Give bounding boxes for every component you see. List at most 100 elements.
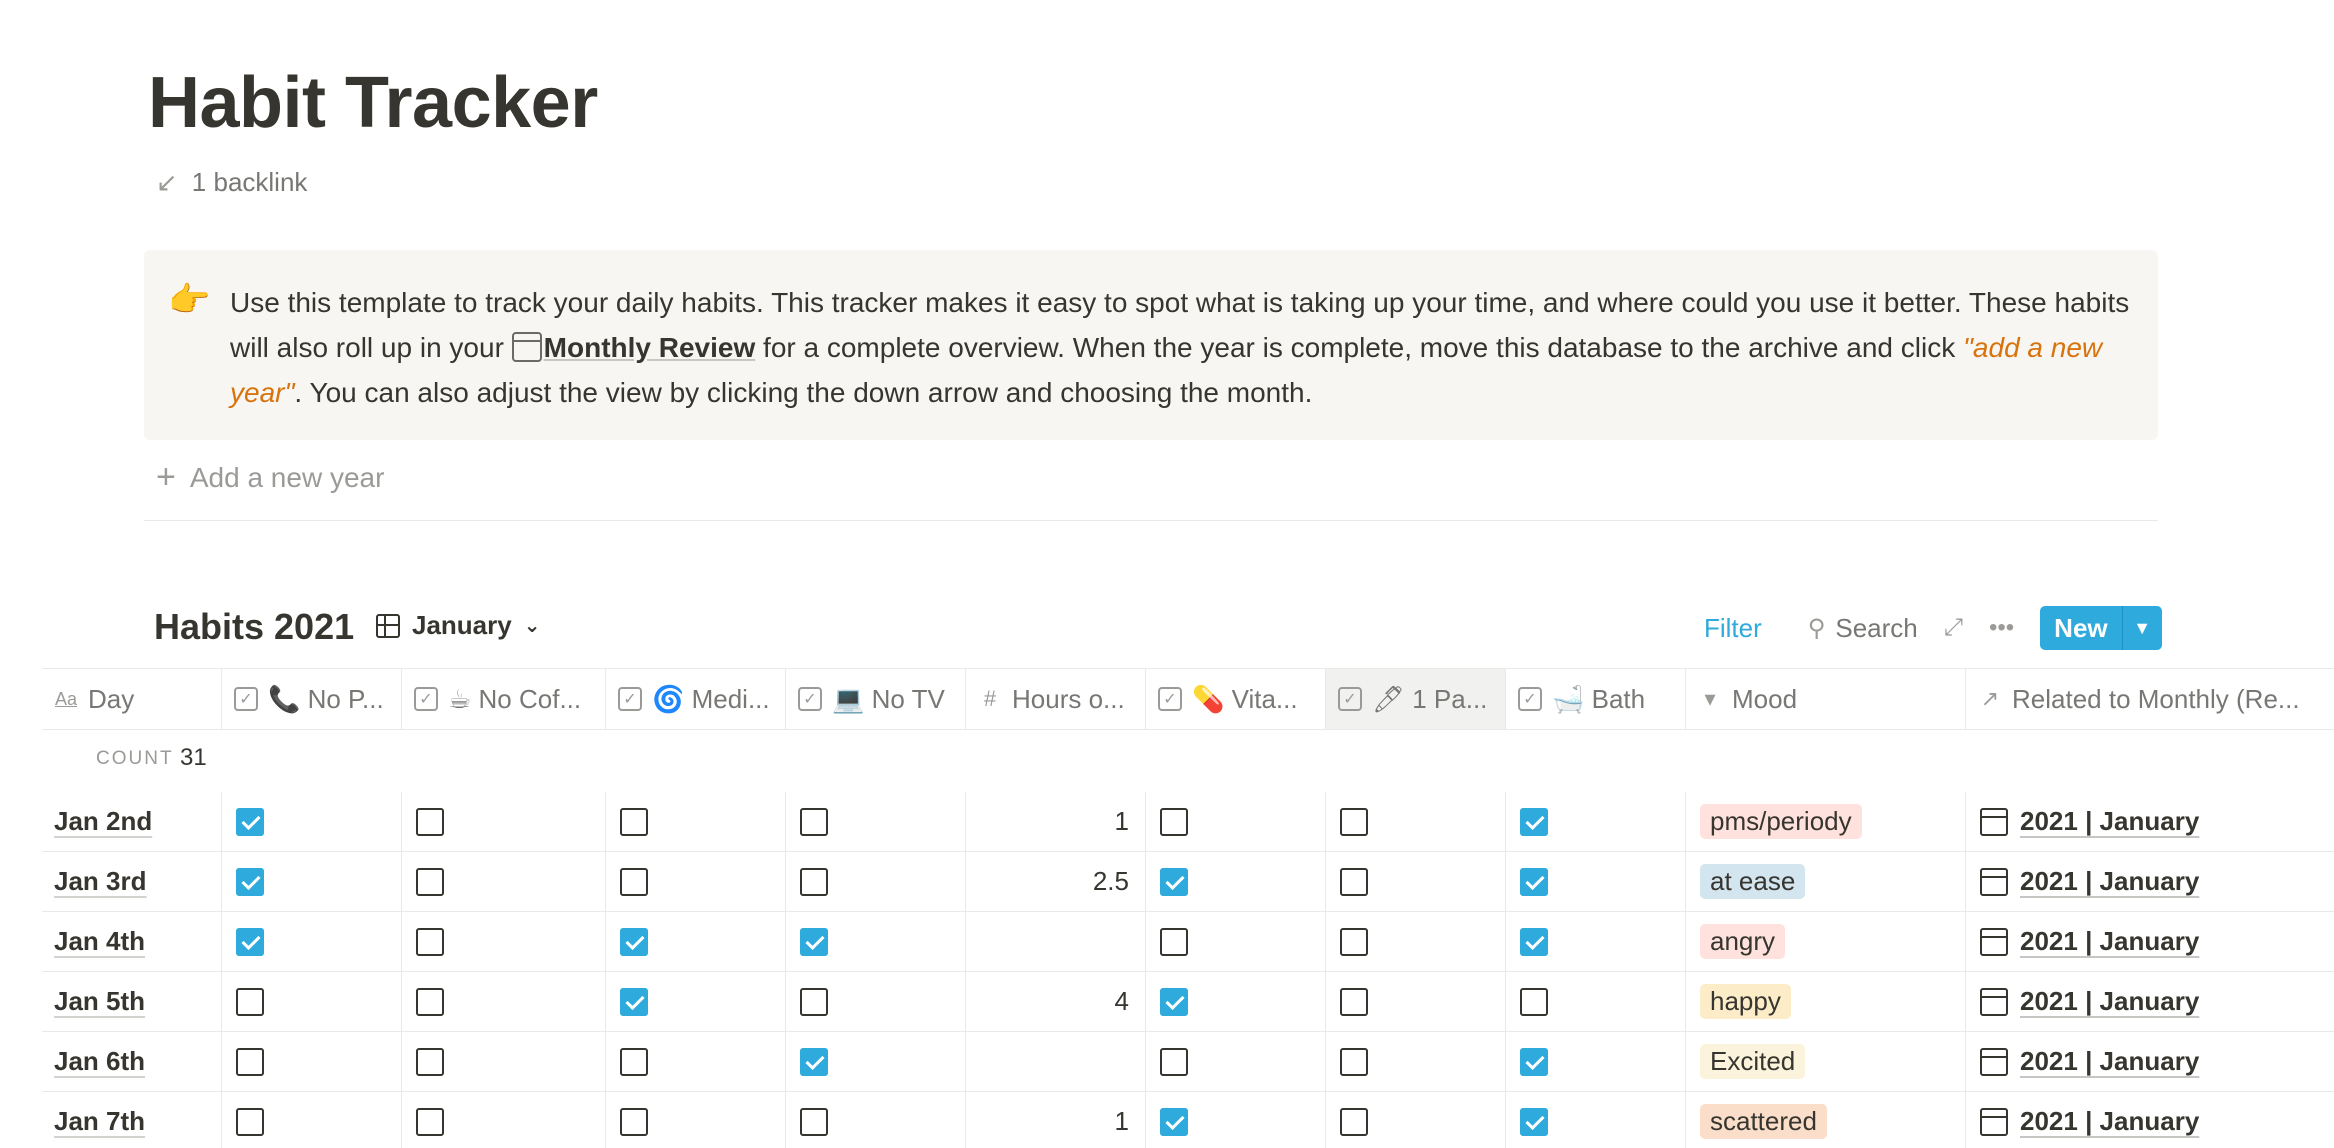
checkbox-unchecked[interactable]: [416, 987, 444, 1016]
checkbox-unchecked[interactable]: [620, 1047, 648, 1076]
database-title[interactable]: Habits 2021: [154, 606, 354, 648]
day-cell[interactable]: Jan 5th: [42, 972, 222, 1032]
checkbox-unchecked[interactable]: [1520, 987, 1548, 1016]
calendar-icon: [1980, 807, 2008, 836]
column-header[interactable]: ✓ ☕ No Cof...: [402, 668, 606, 730]
checkbox-checked[interactable]: [236, 927, 264, 956]
checkbox-unchecked[interactable]: [416, 807, 444, 836]
relation-link[interactable]: 2021 | January: [2020, 1106, 2199, 1137]
checkbox-unchecked[interactable]: [800, 807, 828, 836]
hours-cell[interactable]: 4: [966, 972, 1146, 1032]
checkbox-unchecked[interactable]: [620, 807, 648, 836]
column-header-label: 💊 Vita...: [1192, 683, 1298, 714]
mood-cell[interactable]: at ease: [1686, 852, 1966, 912]
checkbox-checked[interactable]: [1520, 1107, 1548, 1136]
checkbox-unchecked[interactable]: [416, 867, 444, 896]
checkbox-unchecked[interactable]: [236, 1107, 264, 1136]
relation-cell[interactable]: 2021 | January: [1966, 1032, 2334, 1092]
column-header[interactable]: ↗ Related to Monthly (Re...: [1966, 668, 2334, 730]
column-header[interactable]: ✓ 💻 No TV: [786, 668, 966, 730]
monthly-review-link[interactable]: Monthly Review: [544, 332, 756, 363]
day-cell[interactable]: Jan 6th: [42, 1032, 222, 1092]
view-selector[interactable]: January ⌄: [376, 610, 541, 641]
column-header[interactable]: ✓ 🌀 Medi...: [606, 668, 786, 730]
mood-cell[interactable]: Excited: [1686, 1032, 1966, 1092]
checkbox-checked[interactable]: [1520, 807, 1548, 836]
checkbox-unchecked[interactable]: [620, 867, 648, 896]
new-button[interactable]: New ▼: [2040, 606, 2162, 650]
expand-icon[interactable]: ⤢: [1944, 614, 1963, 642]
mood-cell[interactable]: happy: [1686, 972, 1966, 1032]
column-header[interactable]: ✓ 🛁 Bath: [1506, 668, 1686, 730]
mood-cell[interactable]: angry: [1686, 912, 1966, 972]
checkbox-unchecked[interactable]: [416, 927, 444, 956]
checkbox-unchecked[interactable]: [800, 867, 828, 896]
mood-cell[interactable]: scattered: [1686, 1092, 1966, 1148]
checkbox-unchecked[interactable]: [800, 987, 828, 1016]
checkbox-unchecked[interactable]: [800, 1107, 828, 1136]
relation-cell[interactable]: 2021 | January: [1966, 912, 2334, 972]
day-cell[interactable]: Jan 2nd: [42, 792, 222, 852]
chevron-down-icon[interactable]: ▼: [2121, 606, 2162, 650]
checkbox-unchecked[interactable]: [1160, 927, 1188, 956]
checkbox-unchecked[interactable]: [1340, 927, 1368, 956]
checkbox-unchecked[interactable]: [1340, 1107, 1368, 1136]
add-new-year-button[interactable]: + Add a new year: [156, 458, 384, 497]
checkbox-checked[interactable]: [236, 807, 264, 836]
pointing-hand-icon: 👉: [168, 281, 211, 319]
relation-cell[interactable]: 2021 | January: [1966, 972, 2334, 1032]
checkbox-checked[interactable]: [1160, 867, 1188, 896]
checkbox-checked[interactable]: [1520, 927, 1548, 956]
hours-cell[interactable]: [966, 1032, 1146, 1092]
day-cell[interactable]: Jan 7th: [42, 1092, 222, 1148]
column-header[interactable]: ✓ 💊 Vita...: [1146, 668, 1326, 730]
column-header[interactable]: ✓ 📞 No P...: [222, 668, 402, 730]
column-header[interactable]: ▾ Mood: [1686, 668, 1966, 730]
checkbox-checked[interactable]: [236, 867, 264, 896]
checkbox-unchecked[interactable]: [1340, 807, 1368, 836]
day-cell[interactable]: Jan 4th: [42, 912, 222, 972]
search-button[interactable]: ⚲ Search: [1808, 613, 1918, 644]
checkbox-unchecked[interactable]: [236, 987, 264, 1016]
relation-cell[interactable]: 2021 | January: [1966, 1092, 2334, 1148]
checkbox-unchecked[interactable]: [620, 1107, 648, 1136]
relation-cell[interactable]: 2021 | January: [1966, 852, 2334, 912]
checkbox-checked[interactable]: [1520, 1047, 1548, 1076]
column-header[interactable]: Aa Day: [42, 668, 222, 730]
checkbox-unchecked[interactable]: [1160, 807, 1188, 836]
new-button-label: New: [2040, 606, 2122, 650]
checkbox-checked[interactable]: [800, 927, 828, 956]
hours-cell[interactable]: [966, 912, 1146, 972]
checkbox-unchecked[interactable]: [236, 1047, 264, 1076]
relation-link[interactable]: 2021 | January: [2020, 986, 2199, 1017]
relation-link[interactable]: 2021 | January: [2020, 806, 2199, 837]
checkbox-checked[interactable]: [800, 1047, 828, 1076]
checkbox-checked[interactable]: [620, 927, 648, 956]
hours-cell[interactable]: 1: [966, 1092, 1146, 1148]
checkbox-checked[interactable]: [1520, 867, 1548, 896]
hours-cell[interactable]: 2.5: [966, 852, 1146, 912]
relation-link[interactable]: 2021 | January: [2020, 926, 2199, 957]
mood-cell[interactable]: pms/periody: [1686, 792, 1966, 852]
column-header[interactable]: # Hours o...: [966, 668, 1146, 730]
checkbox-cell: [1146, 792, 1326, 852]
checkbox-unchecked[interactable]: [1340, 867, 1368, 896]
checkbox-unchecked[interactable]: [416, 1047, 444, 1076]
relation-link[interactable]: 2021 | January: [2020, 866, 2199, 897]
relation-link[interactable]: 2021 | January: [2020, 1046, 2199, 1077]
relation-cell[interactable]: 2021 | January: [1966, 792, 2334, 852]
checkbox-cell: [606, 792, 786, 852]
checkbox-unchecked[interactable]: [416, 1107, 444, 1136]
day-cell[interactable]: Jan 3rd: [42, 852, 222, 912]
filter-button[interactable]: Filter: [1704, 613, 1762, 644]
backlink[interactable]: ↙ 1 backlink: [156, 167, 307, 198]
hours-cell[interactable]: 1: [966, 792, 1146, 852]
checkbox-unchecked[interactable]: [1340, 1047, 1368, 1076]
checkbox-checked[interactable]: [620, 987, 648, 1016]
checkbox-unchecked[interactable]: [1340, 987, 1368, 1016]
checkbox-checked[interactable]: [1160, 987, 1188, 1016]
checkbox-unchecked[interactable]: [1160, 1047, 1188, 1076]
more-options-icon[interactable]: •••: [1989, 614, 2014, 642]
column-header[interactable]: ✓ 🖊 1 Pa...: [1326, 668, 1506, 730]
checkbox-checked[interactable]: [1160, 1107, 1188, 1136]
